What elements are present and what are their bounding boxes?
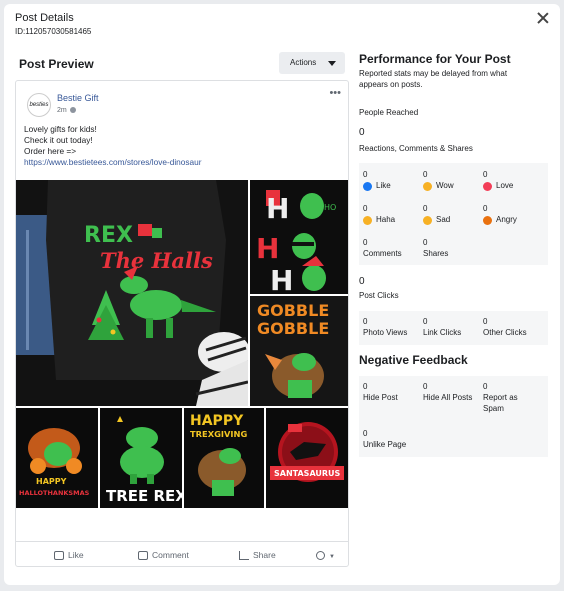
ho-text: HO — [324, 203, 336, 212]
caret-down-icon — [328, 61, 336, 66]
actions-dropdown[interactable]: Actions — [279, 52, 345, 74]
post-action-bar: Like Comment Share ▼ — [16, 547, 348, 565]
shares-stat: 0 Shares — [423, 238, 449, 258]
audience-selector[interactable]: ▼ — [316, 550, 335, 561]
like-icon — [363, 182, 372, 192]
haha-icon — [363, 216, 372, 226]
hide-post-stat: 0 Hide Post — [363, 382, 398, 402]
image-tree-rex[interactable]: TREE REX — [100, 408, 182, 508]
performance-title: Performance for Your Post — [359, 52, 511, 66]
reaction-love: 0 Love — [483, 170, 514, 192]
rex-text: REX — [84, 223, 133, 248]
post-timestamp: 2m — [57, 107, 76, 114]
comments-stat: 0 Comments — [363, 238, 402, 258]
image-santasaurus[interactable]: SANTASAURUS — [266, 408, 348, 508]
comment-button[interactable]: Comment — [138, 550, 189, 561]
reaction-like: 0 Like — [363, 170, 391, 192]
more-options-icon[interactable]: ••• — [329, 87, 341, 99]
santasaurus-text: SANTASAURUS — [274, 469, 341, 478]
share-icon — [239, 551, 249, 561]
angry-icon — [483, 216, 492, 226]
reaction-haha: 0 Haha — [363, 204, 396, 226]
comment-icon — [138, 551, 148, 561]
dialog-title: Post Details — [15, 12, 74, 24]
gobble-text-2: GOBBLE — [257, 319, 329, 338]
close-icon[interactable] — [536, 11, 550, 25]
negative-feedback-title: Negative Feedback — [359, 353, 468, 367]
people-reached-label: People Reached — [359, 108, 419, 117]
post-link[interactable]: https://www.bestietees.com/stores/love-d… — [24, 157, 202, 168]
hide-all-posts-stat: 0 Hide All Posts — [423, 382, 473, 402]
negative-feedback-box: 0 Hide Post 0 Hide All Posts 0 Report as… — [359, 376, 548, 457]
thumbs-up-icon — [54, 551, 64, 561]
trexgiving-text-1: HAPPY — [190, 413, 244, 429]
globe-icon — [69, 107, 76, 114]
post-details-dialog: Post Details ID:112057030581465 Post Pre… — [4, 4, 560, 585]
chevron-down-icon: ▼ — [329, 554, 335, 560]
unlike-page-stat: 0 Unlike Page — [363, 429, 407, 449]
page-name-link[interactable]: Bestie Gift — [57, 93, 99, 103]
divider — [16, 541, 348, 542]
post-clicks-label: Post Clicks — [359, 291, 399, 300]
performance-subtitle: Reported stats may be delayed from what … — [359, 69, 508, 89]
reaction-angry: 0 Angry — [483, 204, 517, 226]
wow-icon — [423, 182, 432, 192]
image-rex-the-halls[interactable]: REX The Halls — [16, 180, 248, 406]
share-button[interactable]: Share — [239, 550, 276, 561]
trexgiving-text-2: TREXGIVING — [190, 429, 247, 439]
avatar[interactable]: besties — [27, 93, 51, 117]
post-preview-card: besties Bestie Gift 2m ••• Lovely gifts … — [15, 80, 349, 567]
post-preview-title: Post Preview — [19, 57, 94, 71]
hallo-text-2: HALLOTHANKSMAS — [19, 489, 90, 497]
post-clicks-value: 0 — [359, 276, 365, 287]
love-icon — [483, 182, 492, 192]
svg-text:H: H — [270, 264, 293, 294]
gobble-text-1: GOBBLE — [257, 301, 329, 320]
hallo-text-1: HAPPY — [36, 477, 67, 486]
reactions-box: 0 Like 0 Wow 0 Love 0 Haha 0 Sad 0 Angry… — [359, 163, 548, 265]
report-as-spam-stat: 0 Report as Spam — [483, 382, 518, 413]
reactions-label: Reactions, Comments & Shares — [359, 144, 473, 153]
image-gobble-gobble[interactable]: GOBBLE GOBBLE — [250, 296, 348, 406]
reaction-wow: 0 Wow — [423, 170, 454, 192]
reaction-sad: 0 Sad — [423, 204, 451, 226]
svg-text:H: H — [266, 192, 289, 225]
link-clicks-stat: 0 Link Clicks — [423, 317, 462, 337]
people-reached-value: 0 — [359, 127, 365, 138]
image-ho-ho-ho[interactable]: H H H HO — [250, 180, 348, 294]
clicks-box: 0 Photo Views 0 Link Clicks 0 Other Clic… — [359, 311, 548, 345]
post-id: ID:112057030581465 — [15, 27, 92, 36]
sad-icon — [423, 216, 432, 226]
tree-rex-text: TREE REX — [106, 487, 182, 505]
actions-label: Actions — [290, 58, 317, 67]
photo-views-stat: 0 Photo Views — [363, 317, 408, 337]
people-icon — [316, 551, 325, 561]
the-halls-text: The Halls — [100, 248, 213, 273]
post-text: Lovely gifts for kids! Check it out toda… — [24, 124, 202, 168]
image-happy-hallothanksmas[interactable]: HAPPY HALLOTHANKSMAS — [16, 408, 98, 508]
svg-text:H: H — [256, 232, 279, 265]
other-clicks-stat: 0 Other Clicks — [483, 317, 527, 337]
like-button[interactable]: Like — [54, 550, 84, 561]
image-happy-trexgiving[interactable]: HAPPY TREXGIVING — [184, 408, 264, 508]
